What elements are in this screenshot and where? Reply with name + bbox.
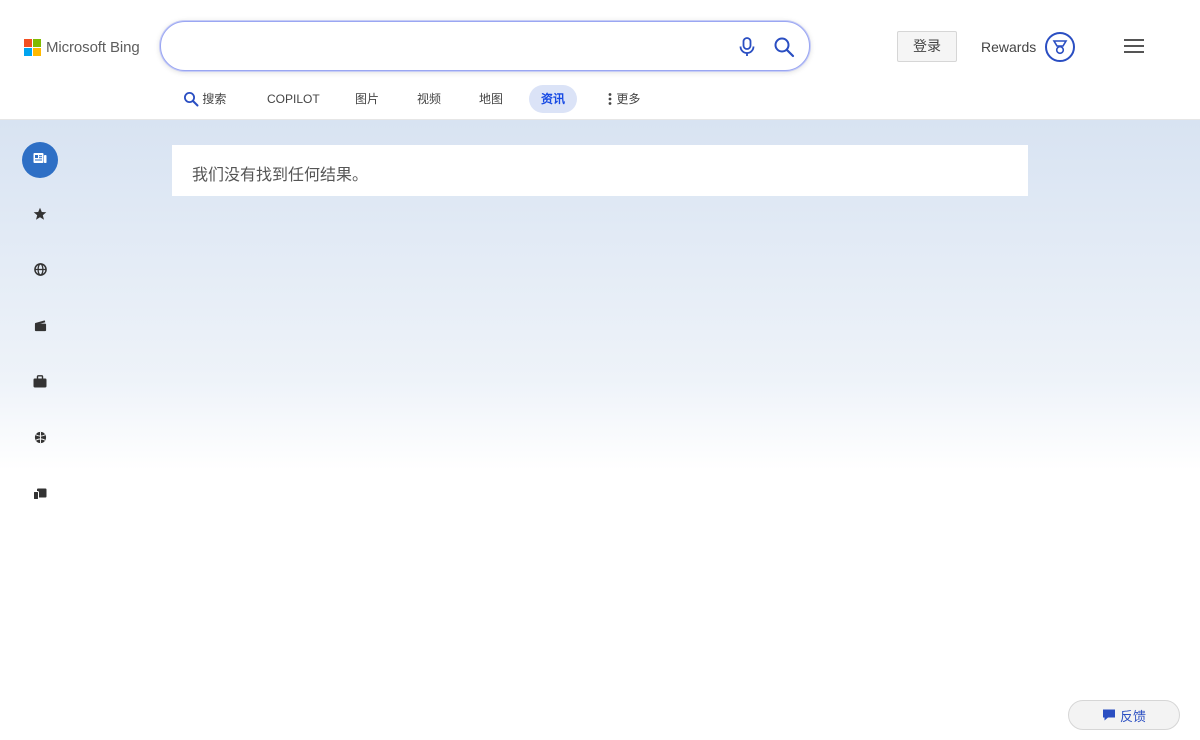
sign-in-button[interactable]: 登录: [897, 31, 957, 62]
tab-maps[interactable]: 地图: [479, 85, 503, 113]
bing-logo[interactable]: Microsoft Bing: [24, 37, 140, 57]
sidebar-item-favorites[interactable]: [22, 198, 58, 234]
star-icon: [33, 207, 47, 226]
header: Microsoft Bing 登录 Rewards 搜索 COPILOT 图片 …: [0, 0, 1200, 120]
clapperboard-icon: [34, 319, 47, 337]
tab-more[interactable]: 更多: [607, 85, 640, 113]
feedback-button[interactable]: 反馈: [1068, 700, 1180, 730]
sidebar-item-entertainment[interactable]: [22, 310, 58, 346]
sidebar-item-sports[interactable]: [22, 422, 58, 458]
logo-text: Microsoft Bing: [46, 38, 140, 56]
search-box[interactable]: [160, 21, 810, 71]
no-results-message: 我们没有找到任何结果。: [172, 145, 1028, 196]
news-icon: [33, 151, 47, 169]
tab-news[interactable]: 资讯: [529, 85, 578, 113]
tab-label: 地图: [479, 92, 504, 106]
rewards-medal-icon: [1045, 31, 1076, 62]
tab-label: 更多: [616, 92, 641, 106]
sidebar-item-technology[interactable]: [22, 478, 58, 514]
feedback-label: 反馈: [1119, 708, 1146, 724]
tab-label: COPILOT: [267, 92, 320, 106]
rewards-label: Rewards: [981, 38, 1037, 55]
main-area: [0, 120, 1200, 740]
microphone-icon[interactable]: [737, 36, 757, 58]
sports-ball-icon: [34, 431, 47, 449]
sidebar-item-business[interactable]: [22, 366, 58, 402]
devices-icon: [33, 487, 47, 505]
rewards-button[interactable]: Rewards: [981, 31, 1076, 62]
search-input[interactable]: [181, 35, 721, 59]
tab-label: 视频: [417, 92, 442, 106]
chat-bubble-icon: [1102, 708, 1116, 722]
tab-copilot[interactable]: COPILOT: [267, 85, 320, 113]
tab-label: 搜索: [202, 92, 227, 106]
tab-label: 资讯: [541, 92, 566, 106]
sidebar-item-news[interactable]: [22, 142, 58, 178]
microsoft-logo-icon: [24, 38, 41, 56]
sidebar-item-world[interactable]: [22, 254, 58, 290]
briefcase-icon: [33, 375, 47, 393]
more-vertical-icon: [607, 86, 613, 114]
globe-icon: [33, 263, 47, 281]
hamburger-menu-icon[interactable]: [1124, 39, 1144, 55]
tab-search[interactable]: 搜索: [183, 85, 226, 113]
tab-label: 图片: [355, 92, 380, 106]
search-icon: [183, 86, 199, 114]
tab-images[interactable]: 图片: [355, 85, 379, 113]
search-icon[interactable]: [773, 36, 795, 58]
tab-videos[interactable]: 视频: [417, 85, 441, 113]
